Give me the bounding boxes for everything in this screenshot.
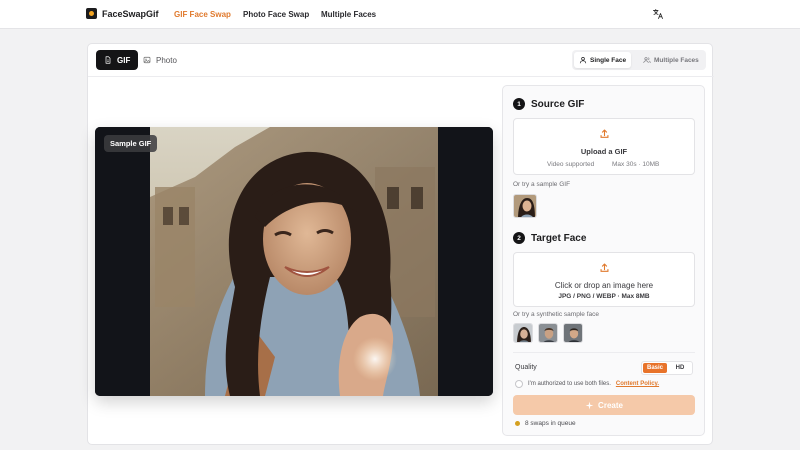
- image-formats-text: JPG / PNG / WEBP · Max 8MB: [558, 293, 650, 300]
- nav-multiple-faces[interactable]: Multiple Faces: [321, 10, 376, 19]
- source-title: Source GIF: [531, 98, 585, 110]
- quality-hd-option[interactable]: HD: [668, 363, 692, 373]
- sample-face-image: [539, 324, 557, 342]
- tab-gif[interactable]: GIF: [96, 50, 139, 70]
- target-step-header: 2 Target Face: [513, 232, 586, 244]
- single-face-button[interactable]: Single Face: [574, 52, 632, 68]
- consent-checkbox[interactable]: [515, 380, 523, 388]
- gif-limits-text: Max 30s · 10MB: [612, 161, 660, 168]
- tab-photo-label: Photo: [156, 55, 177, 65]
- multiple-faces-button[interactable]: Multiple Faces: [638, 52, 704, 68]
- sample-face-3[interactable]: [563, 323, 583, 343]
- sample-gif-badge: Sample GIF: [104, 135, 158, 152]
- consent-text: I'm authorized to use both files.: [528, 381, 611, 387]
- file-icon: [105, 56, 111, 64]
- multiple-faces-label: Multiple Faces: [654, 56, 699, 64]
- card-toolbar: GIF Photo Single Face Multiple Faces: [88, 44, 714, 77]
- quality-label: Quality: [515, 364, 537, 371]
- logo-icon: [86, 8, 97, 19]
- face-mode-switch: Single Face Multiple Faces: [572, 50, 706, 70]
- queue-text: 8 swaps in queue: [525, 420, 576, 427]
- gif-preview: Sample GIF: [95, 127, 493, 396]
- nav-photo-face-swap[interactable]: Photo Face Swap: [243, 10, 309, 19]
- upload-icon: [600, 263, 609, 272]
- content-policy-link[interactable]: Content Policy.: [616, 381, 659, 387]
- queue-status-dot: [515, 421, 520, 426]
- sample-face-1[interactable]: [513, 323, 533, 343]
- quality-toggle: Basic HD: [641, 361, 693, 375]
- sample-face-hint: Or try a synthetic sample face: [513, 311, 599, 318]
- target-face-dropzone[interactable]: Click or drop an image here JPG / PNG / …: [513, 252, 695, 307]
- preview-image: [95, 127, 493, 396]
- sample-gif-hint: Or try a sample GIF: [513, 181, 571, 188]
- sparkle-icon: [585, 401, 594, 409]
- step-number: 1: [513, 98, 525, 110]
- sample-face-2[interactable]: [538, 323, 558, 343]
- source-step-header: 1 Source GIF: [513, 98, 584, 110]
- upload-gif-label: Upload a GIF: [580, 147, 628, 156]
- consent-row: I'm authorized to use both files. Conten…: [515, 380, 659, 388]
- sample-gif-thumbnail[interactable]: [513, 194, 537, 218]
- user-icon: [579, 57, 587, 64]
- video-supported-text: Video supported: [547, 161, 595, 168]
- sample-gif-image: [514, 195, 536, 217]
- logo[interactable]: FaceSwapGif: [86, 8, 159, 19]
- queue-status: 8 swaps in queue: [515, 420, 576, 427]
- drop-image-label: Click or drop an image here: [554, 281, 654, 290]
- swap-settings-panel: 1 Source GIF Upload a GIF Video supporte…: [502, 85, 705, 436]
- nav-gif-face-swap[interactable]: GIF Face Swap: [174, 10, 231, 19]
- step-number: 2: [513, 232, 525, 244]
- quality-basic-option[interactable]: Basic: [643, 363, 667, 373]
- users-icon: [643, 57, 651, 64]
- create-button[interactable]: Create: [513, 395, 695, 415]
- top-nav: FaceSwapGif GIF Face Swap Photo Face Swa…: [0, 0, 800, 29]
- divider: [513, 352, 695, 353]
- app-name: FaceSwapGif: [102, 8, 159, 19]
- create-button-label: Create: [598, 400, 623, 410]
- image-icon: [143, 56, 151, 64]
- upload-icon: [600, 129, 609, 138]
- tab-photo[interactable]: Photo: [135, 50, 185, 70]
- target-title: Target Face: [531, 232, 587, 244]
- tab-gif-label: GIF: [117, 55, 131, 65]
- source-gif-dropzone[interactable]: Upload a GIF Video supported Max 30s · 1…: [513, 118, 695, 175]
- sample-face-image: [514, 324, 532, 342]
- single-face-label: Single Face: [590, 56, 627, 64]
- sample-face-image: [564, 324, 582, 342]
- translate-icon[interactable]: [652, 8, 664, 20]
